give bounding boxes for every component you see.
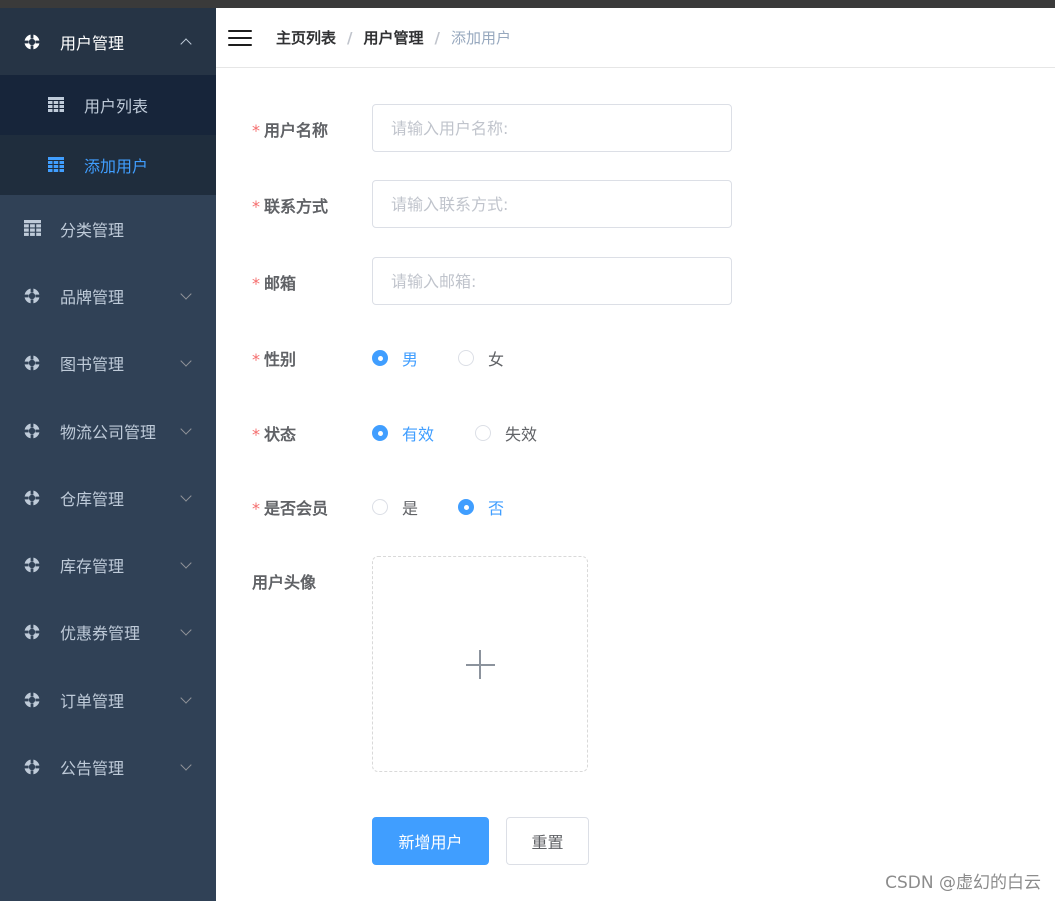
sidebar-item-category-management[interactable]: 分类管理: [0, 195, 216, 262]
lifebuoy-icon: [23, 422, 41, 440]
sidebar-item-label: 用户管理: [60, 33, 125, 53]
sidebar-item-label: 优惠券管理: [60, 624, 141, 644]
sidebar-item-label: 库存管理: [60, 557, 125, 577]
radio-unchecked-icon: [458, 350, 474, 366]
lifebuoy-icon: [23, 287, 41, 305]
chevron-down-icon: [180, 422, 192, 435]
chevron-up-icon: [180, 37, 192, 50]
member-label: * 是否会员: [252, 499, 329, 518]
radio-checked-icon: [372, 350, 388, 366]
sidebar-subitem-user-list[interactable]: 用户列表: [0, 75, 216, 135]
sidebar-item-coupon-management[interactable]: 优惠券管理: [0, 599, 216, 666]
lifebuoy-icon: [23, 623, 41, 641]
chevron-down-icon: [180, 557, 192, 569]
status-radio-invalid[interactable]: 失效: [475, 421, 537, 445]
lifebuoy-icon: [23, 354, 41, 372]
status-label: * 状态: [252, 425, 297, 444]
chevron-down-icon: [180, 692, 192, 704]
sidebar-item-warehouse-management[interactable]: 仓库管理: [0, 464, 216, 531]
sidebar-item-label: 图书管理: [60, 355, 125, 375]
sidebar-item-brand-management[interactable]: 品牌管理: [0, 262, 216, 329]
lifebuoy-icon: [23, 691, 41, 709]
chevron-down-icon: [180, 490, 192, 502]
sidebar-item-label: 订单管理: [60, 691, 125, 711]
lifebuoy-icon: [23, 758, 41, 776]
gender-radio-male[interactable]: 男: [372, 346, 418, 370]
sidebar-item-label: 仓库管理: [60, 489, 125, 509]
email-input[interactable]: [372, 257, 732, 305]
sidebar-item-label: 公告管理: [60, 759, 125, 779]
member-radio-no[interactable]: 否: [458, 495, 504, 519]
radio-checked-icon: [372, 425, 388, 441]
lifebuoy-icon: [23, 489, 41, 507]
status-radio-valid[interactable]: 有效: [372, 421, 434, 445]
table-icon: [48, 97, 64, 113]
chevron-down-icon: [180, 288, 192, 300]
lifebuoy-icon: [23, 33, 41, 51]
sidebar-item-logistics-management[interactable]: 物流公司管理: [0, 397, 216, 464]
email-label: * 邮箱: [252, 274, 297, 293]
member-radio-yes[interactable]: 是: [372, 495, 418, 519]
sidebar-item-book-management[interactable]: 图书管理: [0, 330, 216, 397]
avatar-uploader[interactable]: [372, 556, 588, 772]
avatar-label: 用户头像: [252, 573, 317, 592]
table-icon: [23, 220, 41, 238]
username-label: * 用户名称: [252, 121, 329, 140]
sidebar-subitem-label: 用户列表: [84, 97, 149, 116]
chevron-down-icon: [180, 355, 192, 367]
radio-unchecked-icon: [475, 425, 491, 441]
contact-input[interactable]: [372, 180, 732, 228]
sidebar-item-inventory-management[interactable]: 库存管理: [0, 531, 216, 598]
contact-label: * 联系方式: [252, 197, 329, 216]
sidebar-item-label: 分类管理: [60, 220, 125, 240]
add-user-button[interactable]: 新增用户: [372, 817, 489, 865]
lifebuoy-icon: [23, 556, 41, 574]
username-input[interactable]: [372, 104, 732, 152]
gender-label: * 性别: [252, 350, 297, 369]
sidebar-item-announcement-management[interactable]: 公告管理: [0, 733, 216, 800]
sidebar: 用户管理 用户列表 添加用户 分类管理 品牌管理 图书管理 物流公司管理 仓库管…: [0, 8, 216, 901]
sidebar-item-label: 物流公司管理: [60, 422, 157, 442]
chevron-down-icon: [180, 759, 192, 771]
sidebar-subitem-add-user[interactable]: 添加用户: [0, 135, 216, 195]
sidebar-subitem-label: 添加用户: [84, 157, 149, 176]
sidebar-item-label: 品牌管理: [60, 287, 125, 307]
reset-button[interactable]: 重置: [506, 817, 589, 865]
radio-unchecked-icon: [372, 499, 388, 515]
radio-checked-icon: [458, 499, 474, 515]
submenu-user-management: 用户列表 添加用户: [0, 75, 216, 195]
watermark: CSDN @虚幻的白云: [885, 873, 1041, 893]
sidebar-item-order-management[interactable]: 订单管理: [0, 666, 216, 733]
sidebar-item-user-management[interactable]: 用户管理: [0, 8, 216, 75]
hamburger-menu-icon[interactable]: [228, 29, 252, 47]
chevron-down-icon: [180, 624, 192, 637]
gender-radio-female[interactable]: 女: [458, 346, 504, 370]
table-icon: [48, 157, 64, 173]
